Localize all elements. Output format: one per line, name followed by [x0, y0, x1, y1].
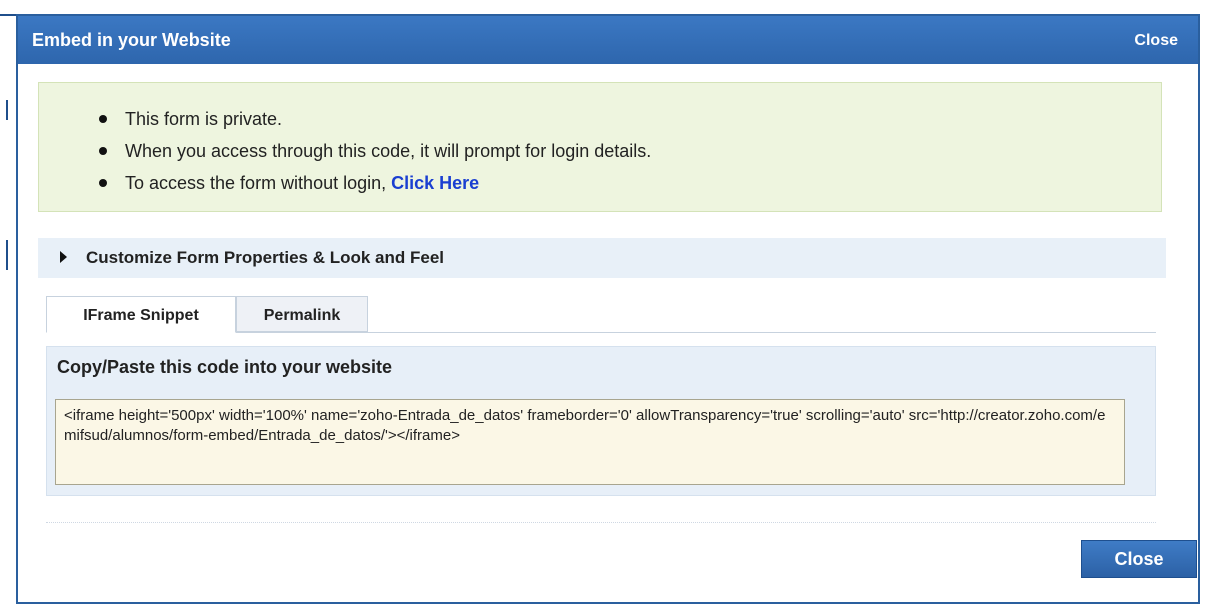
backdrop-edge: [0, 14, 16, 16]
notice-list: This form is private. When you access th…: [99, 103, 651, 199]
tab-permalink[interactable]: Permalink: [236, 296, 368, 332]
privacy-notice: This form is private. When you access th…: [38, 82, 1162, 212]
code-panel: Copy/Paste this code into your website <…: [46, 346, 1156, 496]
code-panel-heading: Copy/Paste this code into your website: [57, 357, 393, 377]
notice-item: When you access through this code, it wi…: [99, 135, 651, 167]
embed-dialog: Embed in your Website Close This form is…: [16, 14, 1200, 604]
backdrop-edge: [6, 240, 8, 270]
backdrop-edge: [6, 100, 8, 120]
tab-bar: IFrame Snippet Permalink: [46, 296, 1156, 333]
notice-item: To access the form without login, Click …: [99, 167, 651, 199]
tab-label: IFrame Snippet: [83, 307, 199, 324]
customize-section-toggle[interactable]: Customize Form Properties & Look and Fee…: [38, 238, 1166, 278]
expand-arrow-icon: [60, 251, 67, 263]
tab-iframe-snippet[interactable]: IFrame Snippet: [46, 296, 236, 333]
customize-label: Customize Form Properties & Look and Fee…: [86, 248, 445, 267]
close-button[interactable]: Close: [1081, 540, 1197, 578]
tab-label: Permalink: [263, 307, 341, 324]
click-here-link[interactable]: Click Here: [391, 173, 479, 193]
footer-divider: [46, 522, 1156, 523]
dialog-titlebar: Embed in your Website Close: [18, 16, 1198, 64]
dialog-title: Embed in your Website: [32, 30, 231, 50]
notice-item: This form is private.: [99, 103, 651, 135]
embed-code-textarea[interactable]: <iframe height='500px' width='100%' name…: [55, 399, 1125, 485]
close-link[interactable]: Close: [1134, 32, 1178, 50]
